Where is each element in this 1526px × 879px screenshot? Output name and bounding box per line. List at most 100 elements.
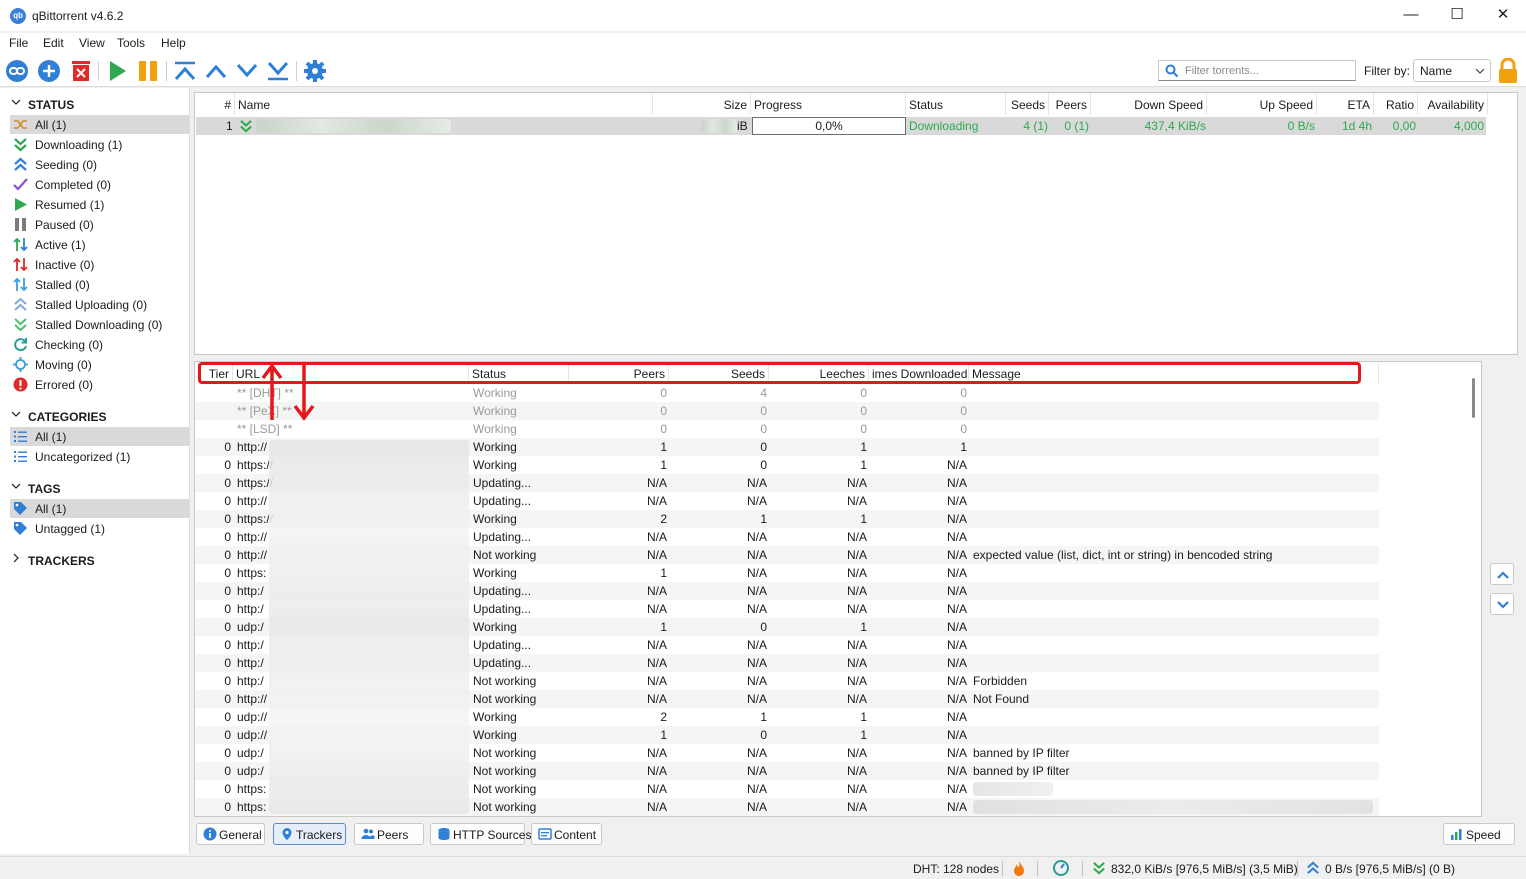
sidebar-item-stalled-uploading[interactable]: Stalled Uploading (0) (10, 295, 189, 314)
tracker-tier: 0 (224, 602, 231, 616)
tracker-tier: 0 (224, 764, 231, 778)
column-header-peers[interactable]: Peers (1049, 93, 1091, 115)
column-header-eta[interactable]: ETA (1317, 93, 1374, 115)
status-section-header[interactable]: STATUS (0, 93, 190, 113)
close-button[interactable]: ✕ (1480, 0, 1526, 32)
toolbar-separator (166, 61, 167, 81)
tab-http-sources[interactable]: HTTP Sources (430, 823, 531, 845)
column-header-availability[interactable]: Availability (1418, 93, 1488, 115)
tab-general[interactable]: General (196, 823, 265, 845)
sidebar-item-moving[interactable]: Moving (0) (10, 355, 189, 374)
tracker-times-downloaded: N/A (946, 458, 967, 472)
torrent-up-speed: 0 B/s (1287, 119, 1315, 133)
sidebar-item-label: Uncategorized (1) (35, 450, 131, 464)
column-header-seeds[interactable]: Seeds (1006, 93, 1049, 115)
tracker-status: Working (473, 422, 517, 436)
tracker-status: Updating... (473, 476, 532, 490)
maximize-button[interactable]: ☐ (1434, 0, 1480, 32)
tracker-status: Not working (473, 692, 537, 706)
column-header-ratio[interactable]: Ratio (1374, 93, 1418, 115)
sidebar-item-uncategorized[interactable]: Uncategorized (1) (10, 447, 189, 466)
delete-icon[interactable] (69, 59, 93, 83)
resume-icon[interactable] (105, 59, 129, 83)
tracker-times-downloaded: N/A (946, 530, 967, 544)
settings-gear-icon[interactable] (303, 59, 327, 83)
move-bottom-icon[interactable] (266, 59, 290, 83)
filter-torrents-field[interactable] (1158, 60, 1356, 81)
sidebar-item-resumed[interactable]: Resumed (1) (10, 195, 189, 214)
torrent-status: Downloading (909, 119, 979, 133)
tracker-leeches: 0 (860, 386, 867, 400)
status-separator (1002, 861, 1003, 876)
sidebar-item-label: Active (1) (35, 238, 86, 252)
column-header-down-speed[interactable]: Down Speed (1091, 93, 1207, 115)
tab-trackers[interactable]: Trackers (273, 823, 346, 845)
tracker-row[interactable]: ** [LSD] ** Working 0 0 0 0 (195, 420, 1379, 438)
add-torrent-icon[interactable] (37, 59, 61, 83)
tracker-times-downloaded: N/A (946, 548, 967, 562)
trackers-section-header[interactable]: TRACKERS (0, 549, 190, 569)
sidebar-item-errored[interactable]: Errored (0) (10, 375, 189, 394)
filter-by-select[interactable]: Name (1413, 59, 1491, 82)
menu-view[interactable]: View (79, 36, 105, 50)
tracker-times-downloaded: N/A (946, 674, 967, 688)
tab-peers[interactable]: Peers (354, 823, 424, 845)
tab-label: Trackers (296, 828, 343, 842)
sidebar-item-label: Stalled (0) (35, 278, 90, 292)
tab-content[interactable]: Content (531, 823, 602, 845)
pause-icon[interactable] (136, 59, 160, 83)
tab-label: HTTP Sources (453, 828, 532, 842)
column-header-status[interactable]: Status (906, 93, 1006, 115)
minimize-button[interactable]: — (1388, 0, 1434, 32)
sidebar-item-seeding[interactable]: Seeding (0) (10, 155, 189, 174)
sidebar-item-category-all[interactable]: All (1) (10, 427, 189, 446)
column-header-up-speed[interactable]: Up Speed (1207, 93, 1317, 115)
menu-edit[interactable]: Edit (43, 36, 64, 50)
flame-icon[interactable] (1012, 860, 1026, 877)
menu-help[interactable]: Help (161, 36, 186, 50)
sidebar-item-inactive[interactable]: Inactive (0) (10, 255, 189, 274)
redacted-torrent-name (256, 119, 451, 133)
sidebar-item-paused[interactable]: Paused (0) (10, 215, 189, 234)
menu-tools[interactable]: Tools (117, 36, 145, 50)
chevron-right-icon (13, 553, 19, 563)
column-header-name[interactable]: Name (235, 93, 653, 115)
sidebar-item-label: Resumed (1) (35, 198, 105, 212)
tracker-peers: N/A (646, 602, 667, 616)
categories-section-header[interactable]: CATEGORIES (0, 405, 190, 425)
sidebar-item-checking[interactable]: Checking (0) (10, 335, 189, 354)
tracker-row[interactable]: ** [PeX] ** Working 0 0 0 0 (195, 402, 1379, 420)
sidebar-item-status-all[interactable]: All (1) (10, 115, 189, 134)
move-top-icon[interactable] (173, 59, 197, 83)
menu-file[interactable]: File (9, 36, 28, 50)
trackers-table[interactable]: Tier URL Status Peers Seeds Leeches imes… (194, 361, 1482, 817)
tracker-seeds: N/A (746, 782, 767, 796)
column-header-number[interactable]: # (195, 93, 235, 115)
speed-limit-icon[interactable] (1053, 860, 1069, 876)
torrent-row[interactable]: 1 iB 0,0% Downloading 4 (1) 0 (1) 437,4 … (196, 117, 1486, 135)
sidebar-item-downloading[interactable]: Downloading (1) (10, 135, 189, 154)
tracker-message: banned by IP filter (973, 746, 1070, 760)
sidebar-item-stalled[interactable]: Stalled (0) (10, 275, 189, 294)
move-up-icon[interactable] (204, 59, 228, 83)
move-tracker-up-button[interactable] (1490, 563, 1514, 585)
add-link-icon[interactable] (5, 59, 29, 83)
column-header-progress[interactable]: Progress (751, 93, 906, 115)
torrent-list[interactable]: # Name Size Progress Status Seeds Peers … (194, 92, 1518, 355)
sidebar-item-active[interactable]: Active (1) (10, 235, 189, 254)
speed-button[interactable]: Speed (1443, 823, 1515, 845)
move-down-icon[interactable] (235, 59, 259, 83)
sidebar-item-completed[interactable]: Completed (0) (10, 175, 189, 194)
column-header-size[interactable]: Size (653, 93, 751, 115)
tags-section-header[interactable]: TAGS (0, 477, 190, 497)
tracker-seeds: N/A (746, 638, 767, 652)
filter-torrents-input[interactable] (1185, 63, 1350, 78)
trackers-scrollbar-thumb[interactable] (1472, 378, 1475, 418)
tracker-row[interactable]: ** [DHT] ** Working 0 4 0 0 (195, 384, 1379, 402)
sidebar-item-tag-all[interactable]: All (1) (10, 499, 189, 518)
sidebar-item-stalled-downloading[interactable]: Stalled Downloading (0) (10, 315, 189, 334)
move-tracker-down-button[interactable] (1490, 593, 1514, 615)
lock-icon[interactable] (1497, 58, 1519, 84)
tracker-status: Not working (473, 800, 537, 814)
sidebar-item-untagged[interactable]: Untagged (1) (10, 519, 189, 538)
